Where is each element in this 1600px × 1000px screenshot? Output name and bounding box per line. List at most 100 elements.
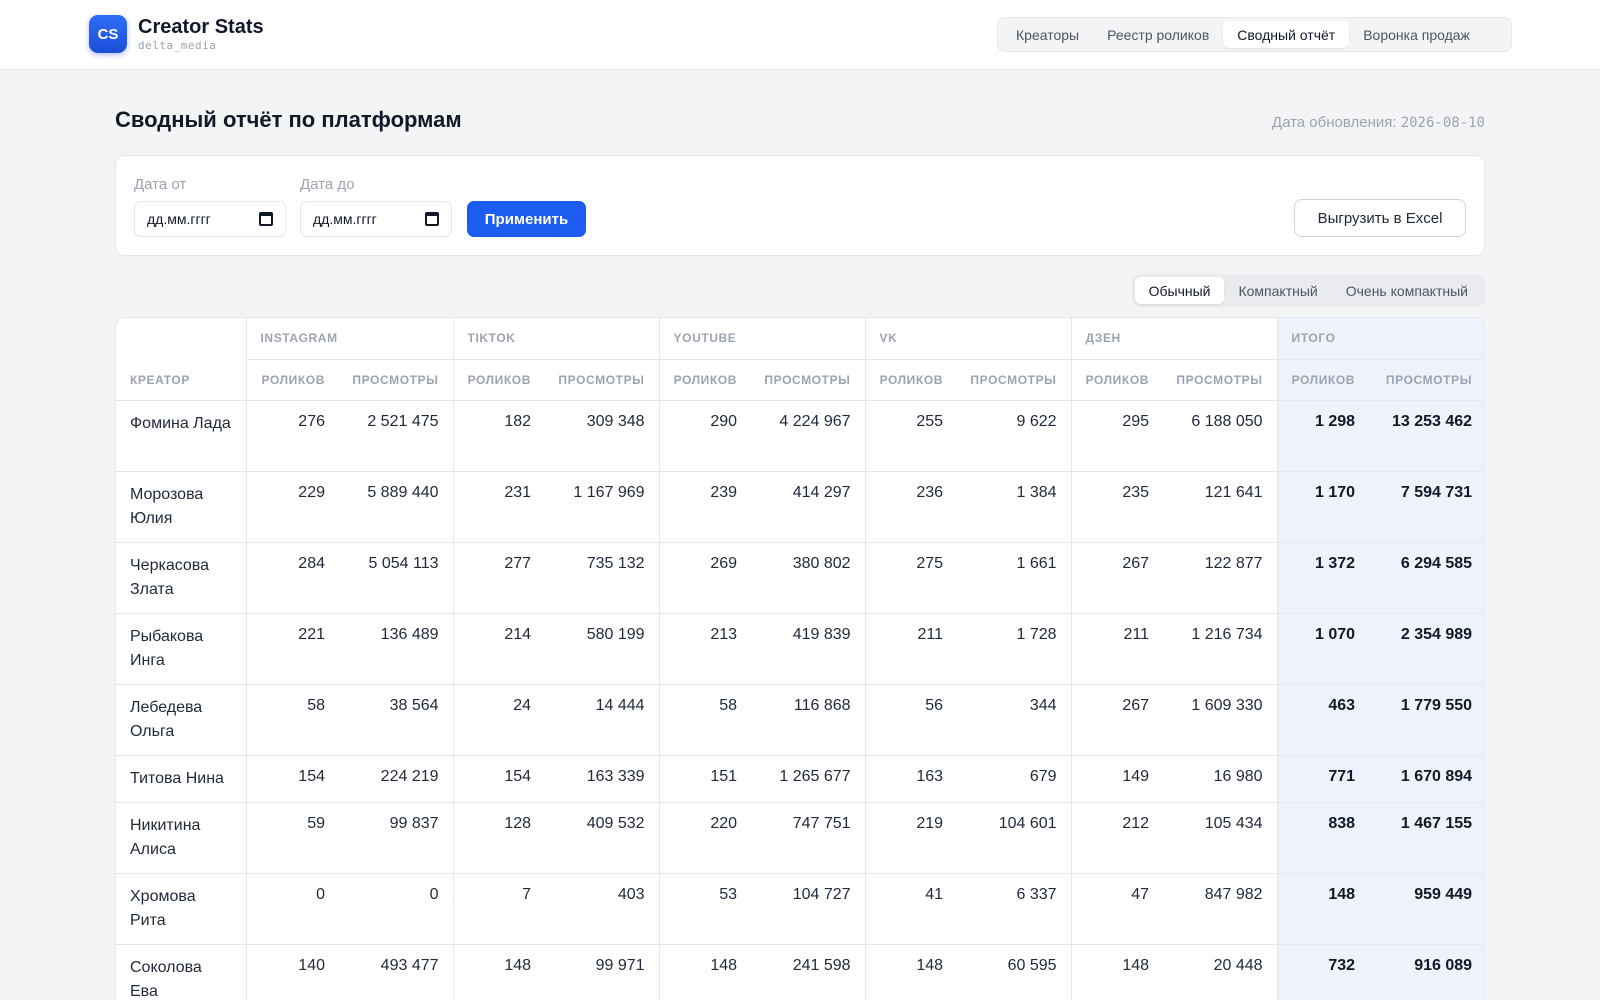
- views-cell: 7 594 731: [1369, 471, 1484, 543]
- creator-name[interactable]: Лебедева Ольга: [116, 684, 246, 756]
- creator-name[interactable]: Титова Нина: [116, 755, 246, 803]
- creator-name[interactable]: Хромова Рита: [116, 873, 246, 945]
- videos-cell: 275: [864, 542, 958, 614]
- table-row[interactable]: Черкасова Злата 284 5 054 113 277 735 132 269…: [116, 542, 1484, 614]
- videos-cell: 128: [452, 802, 546, 874]
- header-views[interactable]: ПРОСМОТРЫ: [339, 359, 454, 401]
- videos-cell: 231: [452, 471, 546, 543]
- header-views[interactable]: ПРОСМОТРЫ: [751, 359, 866, 401]
- views-cell: 224 219: [339, 755, 454, 803]
- date-to-input[interactable]: дд.мм.гггг: [300, 201, 452, 237]
- creator-name[interactable]: Фомина Лада: [116, 400, 246, 472]
- export-excel-button[interactable]: Выгрузить в Excel: [1294, 199, 1466, 237]
- videos-cell: 211: [864, 613, 958, 685]
- density-compact[interactable]: Компактный: [1224, 277, 1331, 304]
- videos-cell: 255: [864, 400, 958, 472]
- videos-cell: 269: [658, 542, 752, 614]
- table-row[interactable]: Титова Нина 154 224 219 154 163 339 151 1 265 …: [116, 755, 1484, 803]
- header-videos[interactable]: РОЛИКОВ: [864, 359, 958, 401]
- density-toggle: Обычный Компактный Очень компактный: [1131, 274, 1485, 307]
- creator-name[interactable]: Соколова Ева: [116, 944, 246, 1000]
- filter-panel: Дата от дд.мм.гггг Дата до дд.мм.гггг Пр…: [115, 155, 1485, 256]
- videos-cell: 154: [245, 755, 339, 803]
- views-cell: 959 449: [1369, 873, 1484, 945]
- header-views[interactable]: ПРОСМОТРЫ: [1163, 359, 1278, 401]
- views-cell: 6 188 050: [1163, 400, 1278, 472]
- apply-button[interactable]: Применить: [467, 201, 586, 237]
- videos-cell: 284: [245, 542, 339, 614]
- header-videos[interactable]: РОЛИКОВ: [1070, 359, 1164, 401]
- header-total-views[interactable]: ПРОСМОТРЫ: [1369, 359, 1484, 401]
- views-cell: 916 089: [1369, 944, 1484, 1000]
- videos-cell: 221: [245, 613, 339, 685]
- views-cell: 104 727: [751, 873, 866, 945]
- group-dzen: ДЗЕН: [1070, 318, 1278, 360]
- table-row[interactable]: Соколова Ева 140 493 477 148 99 971 148 241 59…: [116, 944, 1484, 1000]
- views-cell: 1 467 155: [1369, 802, 1484, 874]
- videos-cell: 148: [452, 944, 546, 1000]
- creator-name[interactable]: Морозова Юлия: [116, 471, 246, 543]
- views-cell: 1 728: [957, 613, 1072, 685]
- views-cell: 409 532: [545, 802, 660, 874]
- date-from-label: Дата от: [134, 176, 187, 193]
- app-title: Creator Stats: [138, 16, 264, 38]
- creator-name[interactable]: Черкасова Злата: [116, 542, 246, 614]
- table-row[interactable]: Хромова Рита 0 0 7 403 53 104 727 41 6 337 47 847 …: [116, 873, 1484, 945]
- creator-name[interactable]: Никитина Алиса: [116, 802, 246, 874]
- header-videos[interactable]: РОЛИКОВ: [245, 359, 339, 401]
- views-cell: 414 297: [751, 471, 866, 543]
- views-cell: 580 199: [545, 613, 660, 685]
- density-very-compact[interactable]: Очень компактный: [1332, 277, 1482, 304]
- views-cell: 679: [957, 755, 1072, 803]
- table-row[interactable]: Никитина Алиса 59 99 837 128 409 532 220 747 7…: [116, 802, 1484, 874]
- views-cell: 747 751: [751, 802, 866, 874]
- videos-cell: 211: [1070, 613, 1164, 685]
- views-cell: 1 384: [957, 471, 1072, 543]
- header-total-videos[interactable]: РОЛИКОВ: [1276, 359, 1370, 401]
- videos-cell: 214: [452, 613, 546, 685]
- videos-cell: 239: [658, 471, 752, 543]
- views-cell: 105 434: [1163, 802, 1278, 874]
- views-cell: 344: [957, 684, 1072, 756]
- videos-cell: 1 070: [1276, 613, 1370, 685]
- videos-cell: 276: [245, 400, 339, 472]
- videos-cell: 267: [1070, 684, 1164, 756]
- table-row[interactable]: Рыбакова Инга 221 136 489 214 580 199 213 419 …: [116, 613, 1484, 685]
- header-videos[interactable]: РОЛИКОВ: [452, 359, 546, 401]
- density-normal[interactable]: Обычный: [1134, 277, 1225, 304]
- nav-summary-report[interactable]: Сводный отчёт: [1223, 21, 1350, 48]
- views-cell: 1 670 894: [1369, 755, 1484, 803]
- group-instagram: INSTAGRAM: [245, 318, 454, 360]
- views-cell: 60 595: [957, 944, 1072, 1000]
- creator-name[interactable]: Рыбакова Инга: [116, 613, 246, 685]
- calendar-icon[interactable]: [259, 212, 273, 226]
- videos-cell: 148: [658, 944, 752, 1000]
- views-cell: 493 477: [339, 944, 454, 1000]
- group-total: ИТОГО: [1276, 318, 1484, 360]
- views-cell: 2 521 475: [339, 400, 454, 472]
- date-to-placeholder: дд.мм.гггг: [313, 211, 377, 227]
- views-cell: 1 265 677: [751, 755, 866, 803]
- table-row[interactable]: Фомина Лада 276 2 521 475 182 309 348 290 4 22…: [116, 400, 1484, 472]
- header-views[interactable]: ПРОСМОТРЫ: [957, 359, 1072, 401]
- table-row[interactable]: Морозова Юлия 229 5 889 440 231 1 167 969 239…: [116, 471, 1484, 543]
- views-cell: 309 348: [545, 400, 660, 472]
- updated-date: Дата обновления: 2026-08-10: [1272, 114, 1485, 131]
- videos-cell: 53: [658, 873, 752, 945]
- updated-value: 2026-08-10: [1400, 115, 1485, 131]
- videos-cell: 56: [864, 684, 958, 756]
- views-cell: 6 294 585: [1369, 542, 1484, 614]
- nav-sales-funnel[interactable]: Воронка продаж: [1349, 21, 1484, 48]
- header-views[interactable]: ПРОСМОТРЫ: [545, 359, 660, 401]
- videos-cell: 235: [1070, 471, 1164, 543]
- nav-video-registry[interactable]: Реестр роликов: [1093, 21, 1223, 48]
- date-from-placeholder: дд.мм.гггг: [147, 211, 211, 227]
- nav-creators[interactable]: Креаторы: [1002, 21, 1093, 48]
- table-row[interactable]: Лебедева Ольга 58 38 564 24 14 444 58 116 868 5…: [116, 684, 1484, 756]
- app-logo[interactable]: CS: [89, 15, 127, 53]
- views-cell: 6 337: [957, 873, 1072, 945]
- date-from-input[interactable]: дд.мм.гггг: [134, 201, 286, 237]
- header-creator[interactable]: КРЕАТОР: [116, 318, 246, 401]
- header-videos[interactable]: РОЛИКОВ: [658, 359, 752, 401]
- calendar-icon[interactable]: [425, 212, 439, 226]
